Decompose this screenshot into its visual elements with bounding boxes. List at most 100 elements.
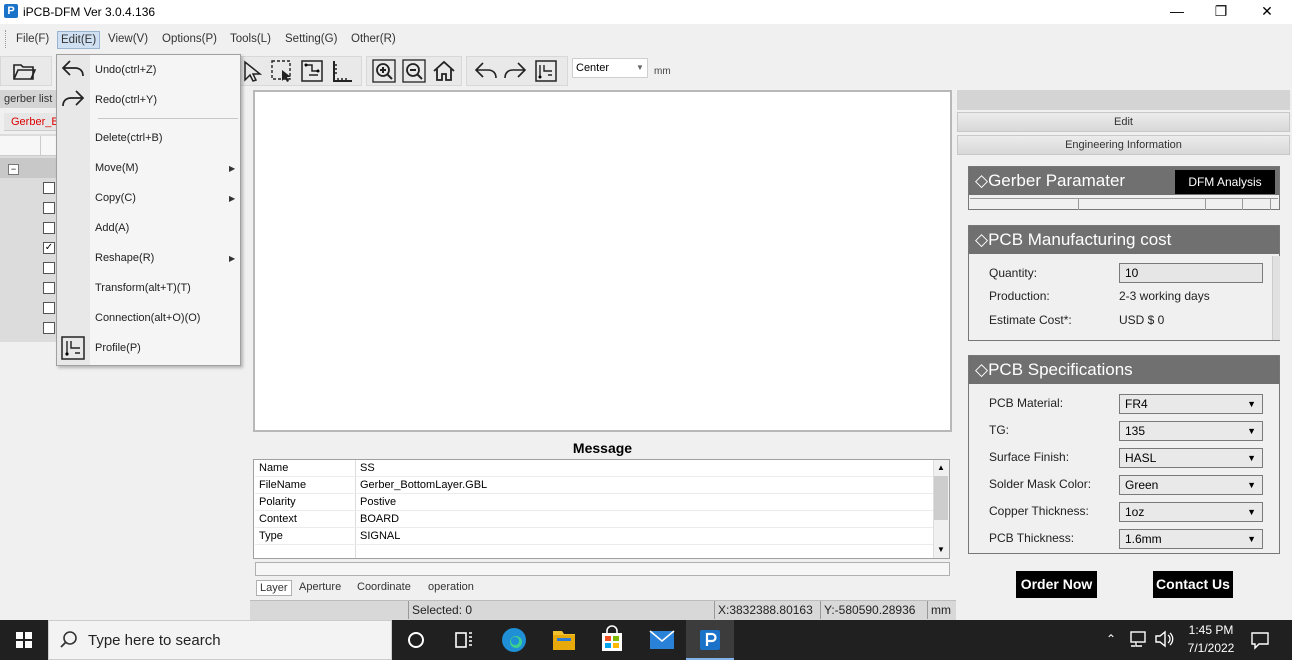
copper-thickness-select[interactable]: 1oz ▼ (1119, 502, 1263, 522)
menu-file[interactable]: File(F) (13, 31, 52, 49)
cost-scrollbar[interactable] (1272, 256, 1280, 340)
minimize-button[interactable]: — (1154, 0, 1200, 24)
chevron-down-icon: ▼ (1247, 426, 1256, 436)
menu-item-transform[interactable]: Transform(alt+T)(T) (95, 282, 191, 294)
menu-item-move[interactable]: Move(M) (95, 162, 138, 174)
tab-operation[interactable]: operation (425, 580, 477, 596)
store-icon[interactable] (588, 620, 636, 660)
dfm-analysis-button[interactable]: DFM Analysis (1175, 170, 1275, 194)
origin-select[interactable]: Center ▼ (572, 58, 648, 78)
task-view-icon[interactable] (440, 620, 488, 660)
spec-section-header[interactable]: ◇PCB Specifications (969, 356, 1279, 384)
layer-checkbox[interactable] (43, 302, 55, 314)
tab-gerber-list[interactable]: gerber list (0, 90, 56, 108)
menu-item-reshape[interactable]: Reshape(R) (95, 252, 154, 264)
ipcb-dfm-taskbar-icon[interactable] (686, 620, 734, 660)
menu-item-undo[interactable]: Undo(ctrl+Z) (95, 64, 156, 76)
home-icon[interactable] (432, 59, 458, 83)
menu-setting[interactable]: Setting(G) (282, 31, 340, 49)
measure-icon[interactable] (330, 59, 356, 83)
layer-checkbox[interactable] (43, 222, 55, 234)
menu-view[interactable]: View(V) (105, 31, 151, 49)
menu-item-add[interactable]: Add(A) (95, 222, 129, 234)
zoom-out-icon[interactable] (402, 59, 428, 83)
tray-chevron-up-icon[interactable]: ⌃ (1106, 632, 1120, 646)
select-arrow-icon[interactable] (241, 59, 267, 83)
pcb-thickness-value: 1.6mm (1125, 532, 1162, 546)
menu-item-profile[interactable]: Profile(P) (95, 342, 141, 354)
table-row: Name SS (255, 460, 933, 477)
redo-icon[interactable] (503, 59, 529, 83)
cost-section-header[interactable]: ◇PCB Manufacturing cost (969, 226, 1279, 254)
contact-us-button[interactable]: Contact Us (1153, 571, 1233, 598)
engineering-info-toggle[interactable]: Engineering Information (957, 135, 1290, 155)
menu-grip (5, 30, 7, 48)
toolbar-unit-label: mm (654, 66, 671, 77)
solder-mask-color-label: Solder Mask Color: (989, 477, 1092, 491)
layer-checkbox[interactable] (43, 202, 55, 214)
net-select-icon[interactable] (300, 59, 326, 83)
open-folder-icon[interactable] (12, 59, 38, 83)
undo-icon (60, 57, 86, 83)
order-now-button[interactable]: Order Now (1016, 571, 1097, 598)
tab-coordinate[interactable]: Coordinate (354, 580, 414, 596)
layer-checkbox[interactable] (43, 182, 55, 194)
volume-icon[interactable] (1153, 628, 1175, 650)
zoom-in-icon[interactable] (372, 59, 398, 83)
undo-icon[interactable] (474, 59, 500, 83)
menu-item-delete[interactable]: Delete(ctrl+B) (95, 132, 163, 144)
chevron-down-icon: ▼ (1247, 534, 1256, 544)
message-title: Message (572, 440, 633, 456)
menu-edit[interactable]: Edit(E) (57, 31, 101, 49)
tab-aperture[interactable]: Aperture (296, 580, 344, 596)
network-icon[interactable] (1128, 628, 1150, 650)
tab-layer[interactable]: Layer (256, 580, 292, 596)
pcb-canvas[interactable] (253, 90, 952, 432)
menu-tools[interactable]: Tools(L) (227, 31, 274, 49)
message-key: FileName (259, 479, 307, 491)
layer-checkbox[interactable] (43, 262, 55, 274)
quantity-input[interactable]: 10 (1119, 263, 1263, 283)
cortana-icon[interactable] (392, 620, 440, 660)
pcb-thickness-select[interactable]: 1.6mm ▼ (1119, 529, 1263, 549)
clock-date[interactable]: 7/1/2022 (1180, 641, 1242, 655)
scroll-up-icon[interactable]: ▲ (934, 462, 948, 474)
edge-browser-icon[interactable] (490, 620, 538, 660)
tg-select[interactable]: 135 ▼ (1119, 421, 1263, 441)
chevron-down-icon: ▼ (1247, 399, 1256, 409)
scroll-down-icon[interactable]: ▼ (934, 544, 948, 556)
menu-item-redo[interactable]: Redo(ctrl+Y) (95, 94, 157, 106)
menu-options[interactable]: Options(P) (159, 31, 220, 49)
windows-start-icon[interactable] (0, 620, 48, 660)
profile-icon[interactable] (534, 59, 560, 83)
solder-mask-color-select[interactable]: Green ▼ (1119, 475, 1263, 495)
submenu-arrow-icon: ▶ (229, 254, 236, 263)
menu-item-connection[interactable]: Connection(alt+O)(O) (95, 312, 200, 324)
horizontal-scrollbar[interactable] (255, 562, 950, 576)
notification-icon[interactable] (1248, 628, 1272, 652)
menu-other[interactable]: Other(R) (348, 31, 399, 49)
tab-gerber-file[interactable]: Gerber_B (4, 113, 59, 131)
scrollbar-thumb[interactable] (934, 476, 948, 520)
collapse-icon[interactable]: − (8, 164, 19, 175)
edit-panel-toggle[interactable]: Edit (957, 112, 1290, 132)
tg-value: 135 (1125, 424, 1146, 438)
tree-header-divider (40, 136, 41, 156)
layer-checkbox-checked[interactable]: ✓ (43, 242, 55, 254)
surface-finish-value: HASL (1125, 451, 1157, 465)
clock-time[interactable]: 1:45 PM (1180, 623, 1242, 637)
pcb-material-select[interactable]: FR4 ▼ (1119, 394, 1263, 414)
menu-item-copy[interactable]: Copy(C) (95, 192, 136, 204)
gerber-table-divider (1242, 198, 1243, 210)
file-explorer-icon[interactable] (540, 620, 588, 660)
status-divider (820, 601, 821, 619)
copper-thickness-label: Copper Thickness: (989, 504, 1089, 518)
gerber-section-title: Gerber Paramater (988, 171, 1126, 190)
close-button[interactable]: ✕ (1244, 0, 1290, 24)
layer-checkbox[interactable] (43, 322, 55, 334)
layer-checkbox[interactable] (43, 282, 55, 294)
box-select-icon[interactable] (270, 59, 296, 83)
maximize-button[interactable]: ❐ (1198, 0, 1244, 24)
surface-finish-select[interactable]: HASL ▼ (1119, 448, 1263, 468)
mail-icon[interactable] (638, 620, 686, 660)
